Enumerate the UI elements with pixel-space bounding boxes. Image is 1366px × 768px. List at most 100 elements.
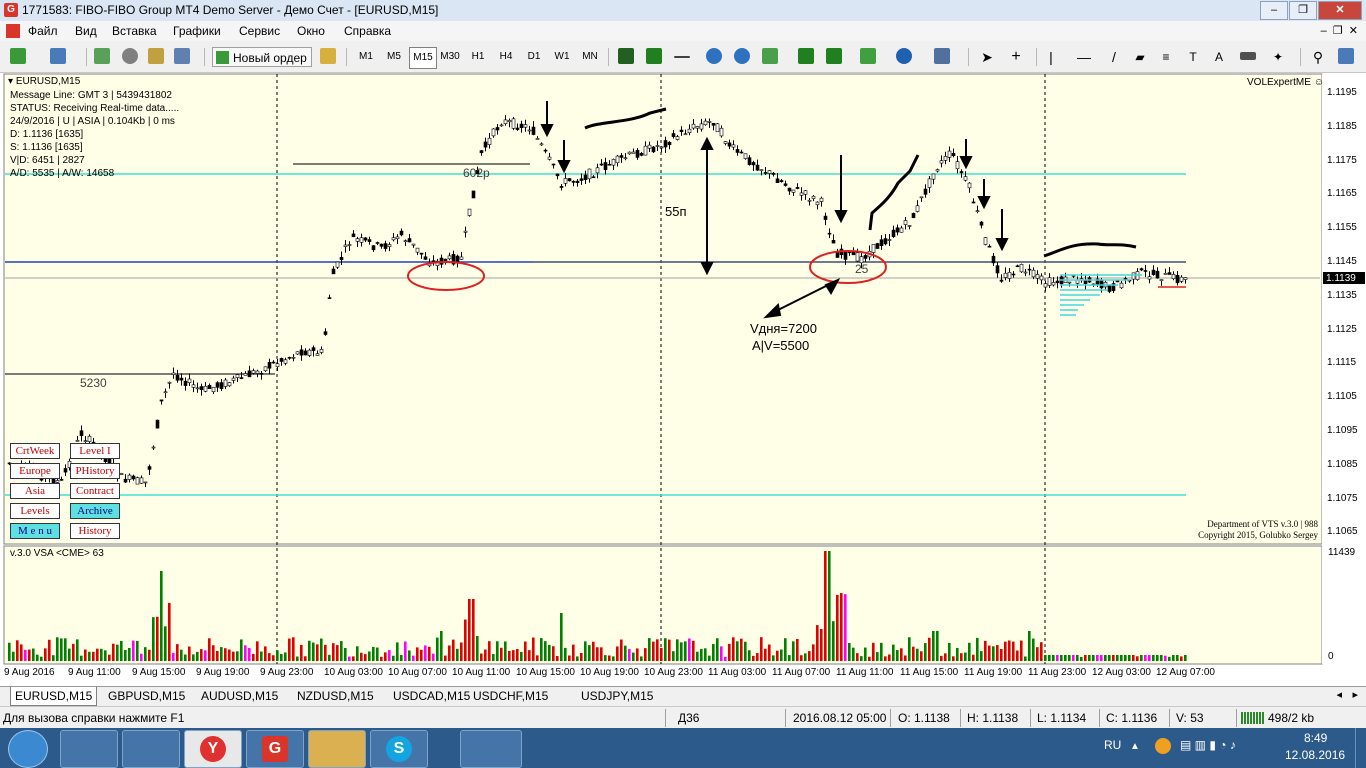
periods-icon[interactable] bbox=[896, 48, 912, 64]
chart-button-phistory[interactable]: PHistory bbox=[70, 463, 120, 479]
zoom-out-icon[interactable] bbox=[734, 48, 750, 64]
vertical-line-icon[interactable]: | bbox=[1048, 47, 1054, 67]
chart-button-contract[interactable]: Contract bbox=[70, 483, 120, 499]
restore-button[interactable]: ❐ bbox=[1289, 1, 1317, 20]
skype-icon[interactable]: S bbox=[370, 730, 428, 768]
menu-file[interactable]: Файл bbox=[28, 24, 58, 38]
chart-button-leveli[interactable]: Level I bbox=[70, 443, 120, 459]
volume-bar bbox=[536, 655, 539, 661]
minimize-button[interactable]: – bbox=[1260, 1, 1288, 20]
timeframe-m30-button[interactable]: M30 bbox=[437, 47, 463, 67]
timeframe-h1-button[interactable]: H1 bbox=[465, 47, 491, 67]
taskbar-app-1-icon[interactable] bbox=[60, 730, 118, 768]
navigator-icon[interactable] bbox=[122, 48, 138, 64]
candle-body bbox=[539, 143, 544, 146]
cursor-icon[interactable]: ➤ bbox=[980, 47, 994, 67]
label-icon[interactable]: A bbox=[1212, 47, 1226, 67]
candle-body bbox=[695, 126, 700, 129]
tray-icons[interactable]: ▤ ▥ ▮ ◔ ♪ bbox=[1180, 738, 1236, 752]
volume-bar bbox=[236, 651, 239, 661]
show-desktop-button[interactable] bbox=[1355, 728, 1366, 768]
community-icon[interactable] bbox=[1338, 48, 1354, 64]
search-icon[interactable]: ⚲ bbox=[1310, 47, 1326, 67]
mdi-controls[interactable]: – ❐ ✕ bbox=[1321, 24, 1358, 37]
yandex-browser-icon[interactable]: Y bbox=[184, 730, 242, 768]
tray-expand-icon[interactable]: ▲ bbox=[1130, 741, 1140, 752]
price-chart[interactable] bbox=[0, 73, 1366, 686]
timeframe-h4-button[interactable]: H4 bbox=[493, 47, 519, 67]
tab-eurusd-m15[interactable]: EURUSD,M15 bbox=[10, 687, 98, 706]
crosshair-icon[interactable]: + bbox=[1008, 47, 1024, 67]
market-watch-icon[interactable] bbox=[94, 48, 110, 64]
fibo-terminal-icon[interactable]: G bbox=[246, 730, 304, 768]
timeframe-d1-button[interactable]: D1 bbox=[521, 47, 547, 67]
chart-button-levels[interactable]: Levels bbox=[10, 503, 60, 519]
volume-bar bbox=[784, 638, 787, 661]
timeframe-m15-button[interactable]: M15 bbox=[409, 47, 437, 69]
profiles-icon[interactable] bbox=[50, 48, 66, 64]
autoscroll-icon[interactable] bbox=[826, 48, 842, 64]
tab-nzdusd-m15[interactable]: NZDUSD,M15 bbox=[293, 687, 378, 705]
volume-bar bbox=[1132, 655, 1135, 661]
price-tick-label: 1.1125 bbox=[1327, 323, 1357, 335]
menu-insert[interactable]: Вставка bbox=[112, 24, 157, 38]
volume-bar bbox=[848, 643, 851, 661]
rectangle-icon[interactable] bbox=[1240, 52, 1256, 60]
taskbar-app-2-icon[interactable] bbox=[122, 730, 180, 768]
connection-icon[interactable] bbox=[1241, 712, 1265, 724]
chart-button-history[interactable]: History bbox=[70, 523, 120, 539]
arrows-icon[interactable]: ✦ bbox=[1268, 47, 1288, 67]
trendline-icon[interactable]: / bbox=[1106, 47, 1122, 67]
menu-view[interactable]: Вид bbox=[75, 24, 97, 38]
chart-button-europe[interactable]: Europe bbox=[10, 463, 60, 479]
chart-button-crtweek[interactable]: CrtWeek bbox=[10, 443, 60, 459]
candle-body bbox=[195, 387, 200, 390]
explorer-icon[interactable] bbox=[308, 730, 366, 768]
text-icon[interactable]: T bbox=[1186, 47, 1200, 67]
menu-charts[interactable]: Графики bbox=[173, 24, 221, 38]
chart-button-menu[interactable]: M e n u bbox=[10, 523, 60, 539]
candles-icon[interactable] bbox=[646, 48, 662, 64]
notepad-icon[interactable] bbox=[460, 730, 522, 768]
terminal-icon[interactable] bbox=[148, 48, 164, 64]
autotrading-icon[interactable] bbox=[320, 48, 336, 64]
new-chart-icon[interactable] bbox=[10, 48, 26, 64]
line-chart-icon[interactable] bbox=[674, 56, 690, 58]
doc-icon[interactable] bbox=[6, 24, 20, 38]
horizontal-line-icon[interactable]: — bbox=[1076, 47, 1092, 67]
tab-gbpusd-m15[interactable]: GBPUSD,M15 bbox=[104, 687, 189, 705]
window-title: 1771583: FIBO-FIBO Group MT4 Demo Server… bbox=[22, 3, 439, 17]
channel-icon[interactable]: ▰ bbox=[1132, 47, 1148, 67]
tab-usdchf-m15[interactable]: USDCHF,M15 bbox=[469, 687, 552, 705]
menu-window[interactable]: Окно bbox=[297, 24, 325, 38]
chart-button-asia[interactable]: Asia bbox=[10, 483, 60, 499]
tab-audusd-m15[interactable]: AUDUSD,M15 bbox=[197, 687, 282, 705]
bar-chart-icon[interactable] bbox=[618, 48, 634, 64]
tray-language[interactable]: RU bbox=[1104, 738, 1121, 752]
chart-shift-icon[interactable] bbox=[798, 48, 814, 64]
menu-help[interactable]: Справка bbox=[344, 24, 391, 38]
tabs-scroll-left[interactable]: ◂ bbox=[1336, 688, 1342, 701]
tray-app-icon[interactable] bbox=[1155, 738, 1171, 754]
templates-icon[interactable] bbox=[934, 48, 950, 64]
indicators-icon[interactable] bbox=[860, 48, 876, 64]
tab-usdcad-m15[interactable]: USDCAD,M15 bbox=[389, 687, 474, 705]
new-order-button[interactable]: Новый ордер bbox=[212, 47, 312, 67]
tabs-scroll-right[interactable]: ▸ bbox=[1352, 688, 1358, 701]
close-button[interactable]: ✕ bbox=[1318, 1, 1362, 20]
start-button[interactable] bbox=[8, 730, 48, 768]
zoom-in-icon[interactable] bbox=[706, 48, 722, 64]
timeframe-w1-button[interactable]: W1 bbox=[549, 47, 575, 67]
fibo-icon[interactable]: ≡ bbox=[1158, 47, 1174, 67]
timeframe-mn-button[interactable]: MN bbox=[577, 47, 603, 67]
volume-bar bbox=[80, 655, 83, 661]
timeframe-m1-button[interactable]: M1 bbox=[353, 47, 379, 67]
timeframe-m5-button[interactable]: M5 bbox=[381, 47, 407, 67]
chart-button-archive[interactable]: Archive bbox=[70, 503, 120, 519]
tab-usdjpy-m15[interactable]: USDJPY,M15 bbox=[577, 687, 657, 705]
tile-windows-icon[interactable] bbox=[762, 48, 778, 64]
info-line: V|D: 6451 | 2827 bbox=[10, 155, 85, 166]
chart-window[interactable]: ▾ EURUSD,M15 Message Line: GMT 3 | 54394… bbox=[0, 73, 1366, 686]
tester-icon[interactable] bbox=[174, 48, 190, 64]
menu-tools[interactable]: Сервис bbox=[239, 24, 280, 38]
